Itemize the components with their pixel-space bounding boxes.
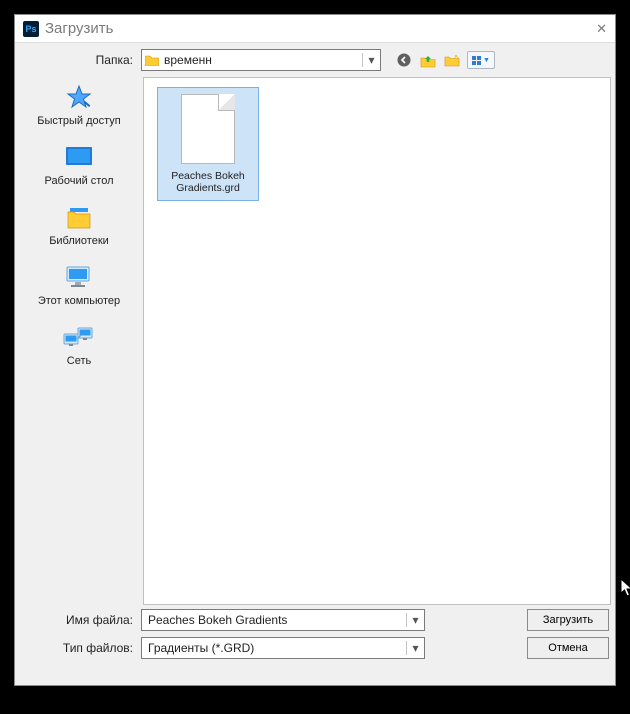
sidebar-item-this-pc[interactable]: Этот компьютер	[15, 263, 143, 307]
cursor-icon	[620, 578, 630, 598]
load-button[interactable]: Загрузить	[527, 609, 609, 631]
file-list-area[interactable]: Peaches Bokeh Gradients.grd	[143, 77, 611, 605]
filetype-value: Градиенты (*.GRD)	[142, 641, 406, 655]
sidebar-item-network[interactable]: Сеть	[15, 323, 143, 367]
sidebar-item-libraries[interactable]: Библиотеки	[15, 203, 143, 247]
filename-label: Имя файла:	[21, 613, 141, 627]
file-open-dialog: Ps Загрузить ✕ Папка: временн ▾ ▼	[14, 14, 616, 686]
toolbar: ▼	[395, 51, 495, 69]
sidebar-item-quick-access[interactable]: Быстрый доступ	[15, 83, 143, 127]
network-icon	[61, 323, 97, 351]
filename-value: Peaches Bokeh Gradients	[142, 613, 406, 627]
back-button[interactable]	[395, 51, 413, 69]
sidebar-item-label: Рабочий стол	[44, 175, 113, 187]
close-icon[interactable]: ✕	[577, 21, 607, 37]
up-one-level-button[interactable]	[419, 51, 437, 69]
folder-dropdown[interactable]: временн ▾	[141, 49, 381, 71]
folder-bar: Папка: временн ▾ ▼	[15, 43, 615, 77]
document-icon	[181, 94, 235, 164]
file-name: Peaches Bokeh Gradients.grd	[158, 168, 258, 200]
cancel-button[interactable]: Отмена	[527, 637, 609, 659]
places-sidebar: Быстрый доступ Рабочий стол Библиотеки Э…	[15, 77, 143, 605]
sidebar-item-label: Этот компьютер	[38, 295, 120, 307]
folder-label: Папка:	[21, 53, 141, 67]
view-menu-button[interactable]: ▼	[467, 51, 495, 69]
sidebar-item-desktop[interactable]: Рабочий стол	[15, 143, 143, 187]
new-folder-button[interactable]	[443, 51, 461, 69]
quick-access-icon	[61, 83, 97, 111]
computer-icon	[61, 263, 97, 291]
folder-name: временн	[162, 53, 362, 67]
chevron-down-icon[interactable]: ▾	[406, 641, 424, 655]
filetype-label: Тип файлов:	[21, 641, 141, 655]
window-title: Загрузить	[45, 20, 577, 37]
chevron-down-icon: ▼	[483, 57, 490, 64]
dialog-body: Быстрый доступ Рабочий стол Библиотеки Э…	[15, 77, 615, 605]
folder-icon	[142, 54, 162, 66]
bottom-panel: Имя файла: Peaches Bokeh Gradients ▾ Заг…	[15, 605, 615, 673]
file-item[interactable]: Peaches Bokeh Gradients.grd	[158, 88, 258, 200]
chevron-down-icon[interactable]: ▾	[406, 613, 424, 627]
titlebar[interactable]: Ps Загрузить ✕	[15, 15, 615, 43]
sidebar-item-label: Сеть	[67, 355, 91, 367]
sidebar-item-label: Быстрый доступ	[37, 115, 121, 127]
filetype-combobox[interactable]: Градиенты (*.GRD) ▾	[141, 637, 425, 659]
chevron-down-icon[interactable]: ▾	[362, 53, 380, 67]
desktop-icon	[61, 143, 97, 171]
app-icon: Ps	[23, 21, 39, 37]
filename-combobox[interactable]: Peaches Bokeh Gradients ▾	[141, 609, 425, 631]
sidebar-item-label: Библиотеки	[49, 235, 109, 247]
libraries-icon	[61, 203, 97, 231]
